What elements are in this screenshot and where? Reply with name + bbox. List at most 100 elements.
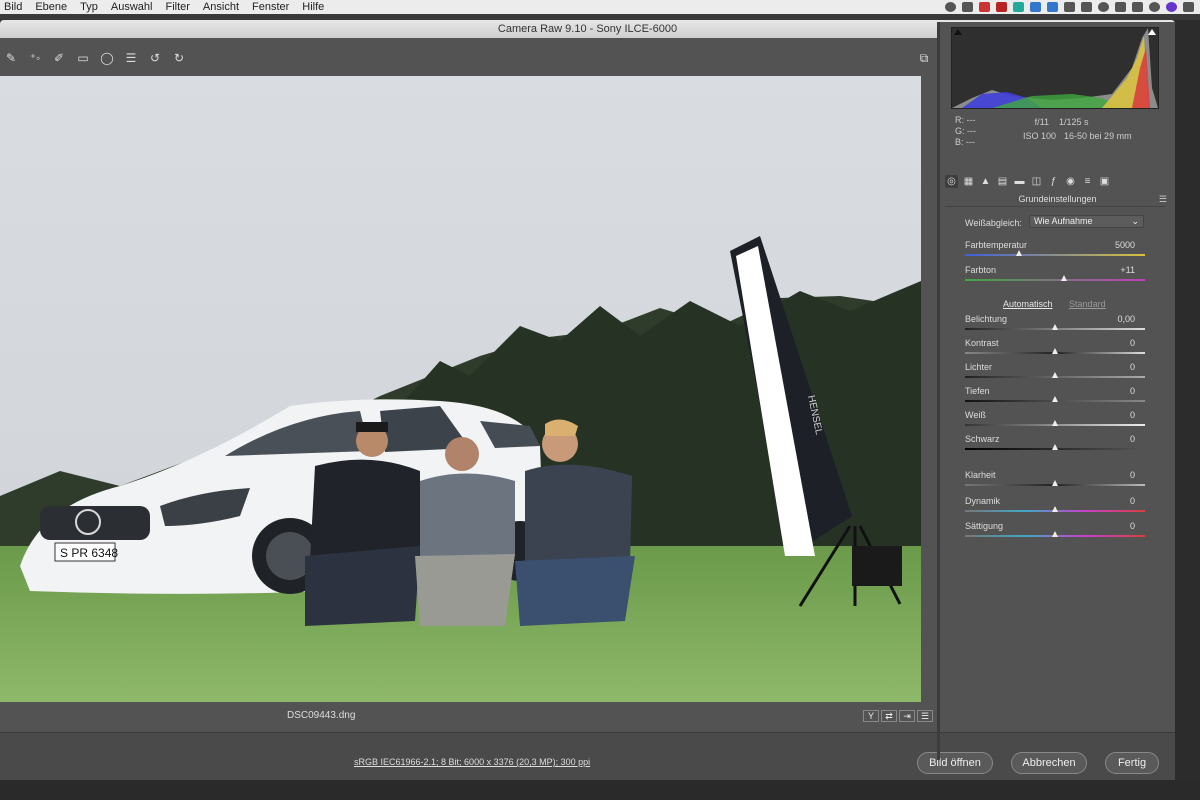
before-after-button[interactable]: Y — [863, 710, 879, 722]
white-balance-value: Wie Aufnahme — [1034, 216, 1093, 226]
menu-hilfe[interactable]: Hilfe — [298, 0, 333, 14]
record-icon[interactable] — [945, 2, 956, 12]
spot-removal-icon[interactable]: ⁺◦ — [28, 51, 42, 65]
slider-saturation[interactable]: Sättigung 0 — [965, 521, 1145, 543]
slider-thumb[interactable] — [1016, 250, 1022, 256]
lens: 16-50 bei 29 mm — [1064, 131, 1132, 141]
tool-toolbar: ✎ ⁺◦ ✐ ▭ ◯ ☰ ↺ ↻ ⧉ — [0, 46, 935, 70]
status-tray — [945, 0, 1194, 14]
auto-default-links: Automatisch Standard — [1003, 299, 1106, 309]
license-plate: S PR 6348 — [60, 546, 118, 560]
g-value: G: --- — [955, 126, 976, 136]
photo-preview[interactable]: S PR 6348 HENSEL — [0, 76, 921, 702]
menu-ebene[interactable]: Ebene — [31, 0, 76, 14]
slider-tint[interactable]: Farbton +11 — [965, 265, 1145, 287]
slider-thumb[interactable] — [1052, 324, 1058, 330]
slider-highlights[interactable]: Lichter 0 — [965, 362, 1145, 384]
copy-settings-icon[interactable]: ⇥ — [899, 710, 915, 722]
tab-hsl-icon[interactable]: ▤ — [996, 175, 1009, 188]
settings-list-icon[interactable]: ☰ — [917, 710, 933, 722]
slider-thumb[interactable] — [1052, 372, 1058, 378]
swap-icon[interactable]: ⇄ — [881, 710, 897, 722]
adjustment-brush-icon[interactable]: ✐ — [52, 51, 66, 65]
slider-whites[interactable]: Weiß 0 — [965, 410, 1145, 432]
menu-typ[interactable]: Typ — [76, 0, 107, 14]
slider-thumb[interactable] — [1052, 420, 1058, 426]
tab-effects-icon[interactable]: ƒ — [1047, 175, 1060, 188]
app-icon[interactable] — [962, 2, 973, 12]
tab-snapshots-icon[interactable]: ▣ — [1098, 175, 1111, 188]
fullscreen-icon[interactable]: ⧉ — [917, 51, 931, 65]
auto-link[interactable]: Automatisch — [1003, 299, 1053, 309]
slider-thumb[interactable] — [1052, 348, 1058, 354]
photo-image: S PR 6348 HENSEL — [0, 76, 921, 702]
tab-detail-icon[interactable]: ▲ — [979, 175, 992, 188]
menubar: Bild Ebene Typ Auswahl Filter Ansicht Fe… — [0, 0, 1200, 14]
slider-thumb[interactable] — [1052, 531, 1058, 537]
tab-presets-icon[interactable]: ≡ — [1081, 175, 1094, 188]
shadow-clip-icon[interactable] — [954, 29, 962, 35]
view-buttons: Y ⇄ ⇥ ☰ — [863, 710, 933, 722]
rotate-left-icon[interactable]: ↺ — [148, 51, 162, 65]
open-image-button[interactable]: Bild öffnen — [917, 752, 993, 774]
app-icon[interactable] — [996, 2, 1007, 12]
tab-camera-calibration-icon[interactable]: ◉ — [1064, 175, 1077, 188]
highlight-clip-icon[interactable] — [1148, 29, 1156, 35]
slider-thumb[interactable] — [1052, 506, 1058, 512]
menu-fenster[interactable]: Fenster — [248, 0, 298, 14]
slider-temperature[interactable]: Farbtemperatur 5000 — [965, 240, 1145, 262]
menu-bild[interactable]: Bild — [0, 0, 31, 14]
panel-tabs: ◎ ▦ ▲ ▤ ▬ ◫ ƒ ◉ ≡ ▣ — [945, 175, 1170, 191]
menu-filter[interactable]: Filter — [161, 0, 198, 14]
slider-vibrance[interactable]: Dynamik 0 — [965, 496, 1145, 518]
app-icon[interactable] — [1047, 2, 1058, 12]
tab-lens-icon[interactable]: ◫ — [1030, 175, 1043, 188]
slider-blacks[interactable]: Schwarz 0 — [965, 434, 1145, 456]
slider-contrast[interactable]: Kontrast 0 — [965, 338, 1145, 360]
app-icon[interactable] — [1030, 2, 1041, 12]
white-balance-label: Weißabgleich: — [965, 218, 1022, 228]
photoshop-background — [1175, 20, 1200, 800]
slider-thumb[interactable] — [1052, 396, 1058, 402]
menu-icon[interactable] — [1183, 2, 1194, 12]
adjustments-panel: R: --- G: --- B: --- f/11 1/125 s ISO 100… — [940, 22, 1175, 712]
graduated-filter-icon[interactable]: ▭ — [76, 51, 90, 65]
panel-menu-icon[interactable]: ☰ — [1159, 194, 1167, 205]
radial-filter-icon[interactable]: ◯ — [100, 51, 114, 65]
app-icon[interactable] — [979, 2, 990, 12]
app-icon[interactable] — [1013, 2, 1024, 12]
iso: ISO 100 — [1023, 131, 1057, 141]
panel-title: Grundeinstellungen — [1018, 194, 1097, 204]
cancel-button[interactable]: Abbrechen — [1011, 752, 1087, 774]
menu-ansicht[interactable]: Ansicht — [199, 0, 248, 14]
histogram — [951, 27, 1159, 109]
filename-bar: DSC09443.dng Y ⇄ ⇥ ☰ — [0, 710, 935, 724]
rotate-right-icon[interactable]: ↻ — [172, 51, 186, 65]
tab-tone-curve-icon[interactable]: ▦ — [962, 175, 975, 188]
status-bar: sRGB IEC61966-2.1; 8 Bit; 6000 x 3376 (2… — [0, 732, 1175, 780]
slider-exposure[interactable]: Belichtung 0,00 — [965, 314, 1145, 336]
cloud-icon[interactable] — [1064, 2, 1075, 12]
siri-icon[interactable] — [1166, 2, 1177, 12]
bluetooth-icon[interactable] — [1115, 2, 1126, 12]
clock-icon[interactable] — [1098, 2, 1109, 12]
workflow-options-link[interactable]: sRGB IEC61966-2.1; 8 Bit; 6000 x 3376 (2… — [354, 757, 590, 767]
display-icon[interactable] — [1081, 2, 1092, 12]
panel-separator — [945, 206, 1165, 207]
default-link[interactable]: Standard — [1069, 299, 1106, 309]
tab-split-toning-icon[interactable]: ▬ — [1013, 175, 1026, 188]
photoshop-bottom-bar — [0, 780, 1200, 800]
white-balance-select[interactable]: Wie Aufnahme ⌄ — [1029, 215, 1144, 228]
slider-thumb[interactable] — [1061, 275, 1067, 281]
slider-clarity[interactable]: Klarheit 0 — [965, 470, 1145, 492]
slider-thumb[interactable] — [1052, 444, 1058, 450]
list-icon[interactable]: ☰ — [124, 51, 138, 65]
done-button[interactable]: Fertig — [1105, 752, 1159, 774]
wifi-icon[interactable] — [1132, 2, 1143, 12]
tab-basic-icon[interactable]: ◎ — [945, 175, 958, 188]
brush-tool-icon[interactable]: ✎ — [4, 51, 18, 65]
search-icon[interactable] — [1149, 2, 1160, 12]
slider-shadows[interactable]: Tiefen 0 — [965, 386, 1145, 408]
slider-thumb[interactable] — [1052, 480, 1058, 486]
menu-auswahl[interactable]: Auswahl — [107, 0, 162, 14]
